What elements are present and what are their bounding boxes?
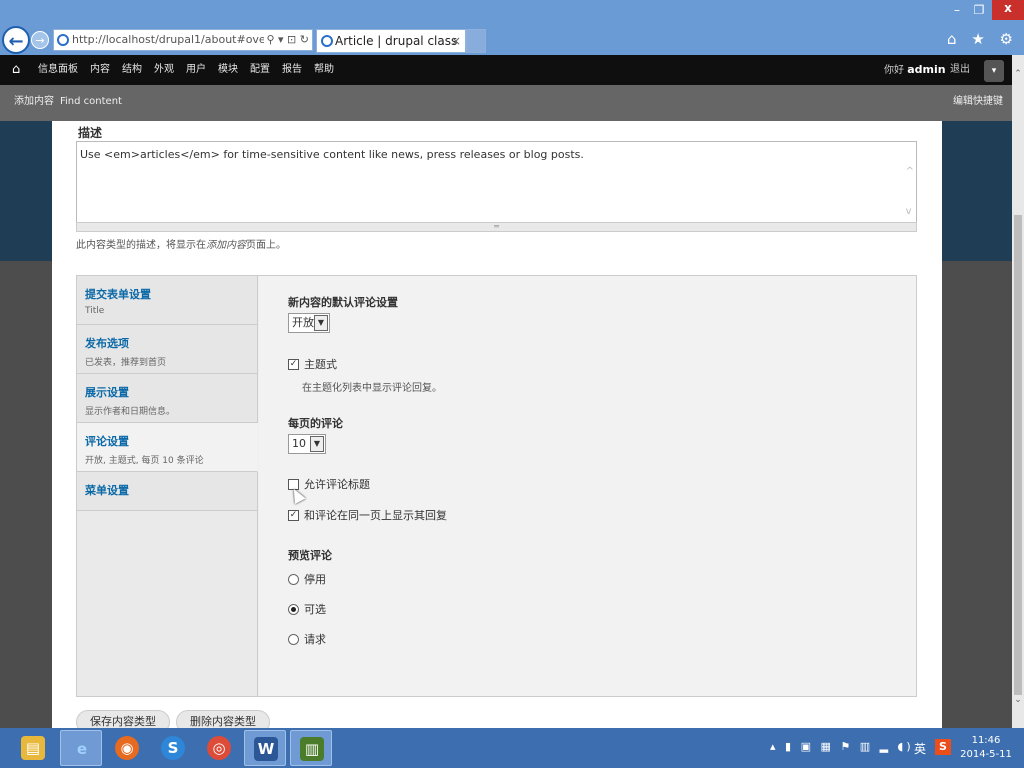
- checkbox-checked[interactable]: ✓: [288, 359, 299, 370]
- home-favorites-tools-icons[interactable]: ⌂ ★ ⚙: [947, 30, 1018, 48]
- vtab-title: 评论设置: [85, 435, 129, 448]
- vtab-submission-form[interactable]: 提交表单设置 Title: [77, 276, 257, 325]
- preview-label: 预览评论: [288, 549, 332, 562]
- toolbar-toggle[interactable]: ▾: [984, 60, 1004, 82]
- word-icon[interactable]: W: [244, 730, 286, 766]
- menu-structure[interactable]: 结构: [122, 55, 142, 85]
- system-tray-icons[interactable]: ▴ ▮ ▣ ▦ ⚑ ▥ ▂ ◖): [770, 740, 914, 753]
- sogou-ime-icon[interactable]: S: [935, 739, 951, 755]
- tab-close-icon[interactable]: ×: [451, 30, 461, 52]
- per-page-select[interactable]: 10 ▼: [288, 434, 326, 454]
- vtab-summary: 已发表，推荐到首页: [85, 358, 167, 368]
- ime-indicator[interactable]: 英: [914, 740, 926, 757]
- radio-button-selected[interactable]: [288, 604, 299, 615]
- menu-appearance[interactable]: 外观: [154, 55, 174, 85]
- new-tab-button[interactable]: [466, 29, 486, 53]
- username-link[interactable]: admin: [907, 63, 945, 76]
- menu-content[interactable]: 内容: [90, 55, 110, 85]
- admin-toolbar: ⌂ 信息面板 内容 结构 外观 用户 模块 配置 报告 帮助 你好 admin …: [0, 55, 1012, 85]
- radio-button[interactable]: [288, 574, 299, 585]
- menu-reports[interactable]: 报告: [282, 55, 302, 85]
- address-bar[interactable]: http://localhost/drupal1/about#overlay-c…: [53, 29, 313, 51]
- vtab-summary: 开放, 主题式, 每页 10 条评论: [85, 456, 204, 466]
- menu-help[interactable]: 帮助: [314, 55, 334, 85]
- default-comment-label: 新内容的默认评论设置: [288, 296, 398, 309]
- vtab-title: 菜单设置: [85, 484, 129, 497]
- vertical-tab-list: 提交表单设置 Title 发布选项 已发表，推荐到首页 展示设置 显示作者和日期…: [77, 276, 258, 696]
- vtab-title: 提交表单设置: [85, 288, 151, 301]
- preview-required-radio[interactable]: 请求: [288, 633, 326, 647]
- chrome-icon[interactable]: ◎: [198, 730, 240, 766]
- vtab-menu-settings[interactable]: 菜单设置: [77, 472, 257, 511]
- chevron-down-icon: ▼: [310, 436, 324, 452]
- page-scrollbar[interactable]: ⌃ ⌄: [1012, 55, 1024, 728]
- address-tools[interactable]: ⚲ ▾ ⊡ ↻: [264, 30, 309, 50]
- shortcut-add-content[interactable]: 添加内容: [14, 85, 54, 119]
- system-clock[interactable]: 11:46 2014-5-11: [958, 734, 1014, 762]
- vtab-title: 发布选项: [85, 337, 129, 350]
- browser-titlebar: – ❐ x ← → http://localhost/drupal1/about…: [0, 0, 1024, 55]
- file-explorer-icon[interactable]: ▤: [12, 730, 54, 766]
- user-greeting: 你好 admin: [884, 63, 946, 76]
- minimize-button[interactable]: –: [946, 2, 968, 18]
- preview-disabled-radio[interactable]: 停用: [288, 573, 326, 587]
- forward-button[interactable]: →: [31, 31, 49, 49]
- project-app-icon[interactable]: ▥: [290, 730, 332, 766]
- checkbox-checked[interactable]: ✓: [288, 510, 299, 521]
- preview-optional-radio[interactable]: 可选: [288, 603, 326, 617]
- vtab-summary: Title: [85, 306, 105, 316]
- tab-title: Article | drupal class: [335, 34, 458, 48]
- internet-explorer-icon[interactable]: e: [60, 730, 102, 766]
- menu-configuration[interactable]: 配置: [250, 55, 270, 85]
- radio-button[interactable]: [288, 634, 299, 645]
- vtab-title: 展示设置: [85, 386, 129, 399]
- default-comment-select[interactable]: 开放 ▼: [288, 313, 330, 333]
- shortcuts-bar: 添加内容 Find content 编辑快捷键: [0, 85, 1012, 121]
- menu-people[interactable]: 用户: [186, 55, 206, 85]
- vtab-publishing-options[interactable]: 发布选项 已发表，推荐到首页: [77, 325, 257, 374]
- menu-modules[interactable]: 模块: [218, 55, 238, 85]
- ie-page-icon: [57, 34, 69, 46]
- threaded-help: 在主题化列表中显示评论回复。: [302, 383, 442, 394]
- vtab-comment-settings[interactable]: 评论设置 开放, 主题式, 每页 10 条评论: [77, 423, 258, 472]
- description-value: Use <em>articles</em> for time-sensitive…: [80, 148, 584, 161]
- scrollbar-thumb[interactable]: [1014, 215, 1022, 695]
- browser-tab[interactable]: Article | drupal class ×: [316, 29, 466, 53]
- logout-link[interactable]: 退出: [950, 55, 970, 85]
- threaded-checkbox[interactable]: ✓ 主题式: [288, 358, 337, 372]
- textarea-scrollbar[interactable]: ^ v: [906, 152, 914, 232]
- vtab-summary: 显示作者和日期信息。: [85, 407, 176, 417]
- taskbar: ▤ e ◉ S ◎ W ▥ ▴ ▮ ▣ ▦ ⚑ ▥ ▂ ◖) 英 S 11:46…: [0, 728, 1024, 768]
- ie-tab-icon: [321, 35, 333, 47]
- vtab-display-settings[interactable]: 展示设置 显示作者和日期信息。: [77, 374, 257, 423]
- description-textarea[interactable]: Use <em>articles</em> for time-sensitive…: [76, 141, 917, 223]
- edit-shortcuts-link[interactable]: 编辑快捷键: [953, 85, 1003, 119]
- scroll-up-icon[interactable]: ⌃: [1012, 69, 1024, 79]
- home-icon[interactable]: ⌂: [12, 62, 20, 77]
- vertical-tabs: 提交表单设置 Title 发布选项 已发表，推荐到首页 展示设置 显示作者和日期…: [76, 275, 917, 697]
- shortcut-find-content[interactable]: Find content: [60, 85, 122, 119]
- description-label: 描述: [78, 126, 103, 140]
- restore-button[interactable]: ❐: [968, 2, 990, 18]
- description-help: 此内容类型的描述，将显示在添加内容页面上。: [76, 240, 286, 251]
- admin-menu: 信息面板 内容 结构 外观 用户 模块 配置 报告 帮助: [38, 55, 346, 85]
- sogou-browser-icon[interactable]: S: [152, 730, 194, 766]
- comment-settings-pane: 新内容的默认评论设置 开放 ▼ ✓ 主题式 在主题化列表中显示评论回复。 每页的评…: [259, 276, 916, 696]
- close-window-button[interactable]: x: [992, 0, 1024, 20]
- textarea-resize-grip[interactable]: ═: [76, 222, 917, 232]
- same-page-checkbox[interactable]: ✓ 和评论在同一页上显示其回复: [288, 509, 447, 523]
- menu-dashboard[interactable]: 信息面板: [38, 55, 78, 85]
- per-page-label: 每页的评论: [288, 417, 343, 430]
- firefox-icon[interactable]: ◉: [106, 730, 148, 766]
- back-button[interactable]: ←: [2, 26, 30, 54]
- chevron-down-icon: ▼: [314, 315, 328, 331]
- scroll-down-icon[interactable]: ⌄: [1012, 695, 1024, 705]
